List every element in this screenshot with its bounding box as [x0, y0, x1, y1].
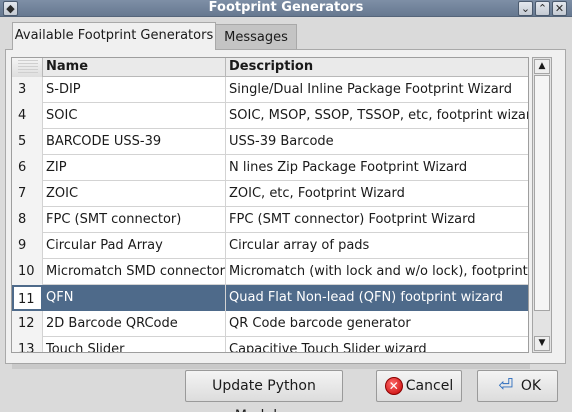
row-description-cell[interactable]: SOIC, MSOP, SSOP, TSSOP, etc, footprint … [226, 103, 528, 129]
row-number[interactable]: 6 [12, 155, 43, 181]
triangle-down-icon: ▼ [538, 338, 546, 348]
table-row[interactable]: 12 2D Barcode QRCode QR Code barcode gener… [12, 311, 528, 337]
row-number[interactable]: 4 [12, 103, 43, 129]
row-description-cell[interactable]: USS-39 Barcode [226, 129, 528, 155]
row-number[interactable]: 12 [12, 311, 43, 337]
row-name-cell[interactable]: QFN [43, 285, 226, 311]
row-name-cell[interactable]: S-DIP [43, 77, 226, 103]
row-description-cell[interactable]: Quad Flat Non-lead (QFN) footprint wizar… [226, 285, 528, 311]
table-row[interactable]: 8 FPC (SMT connector) FPC (SMT connector) … [12, 207, 528, 233]
maximize-button[interactable]: ⌃ [535, 1, 550, 16]
row-name-cell[interactable]: FPC (SMT connector) [43, 207, 226, 233]
dialog-body: Available Footprint Generators Messages … [0, 17, 572, 412]
table-row[interactable]: 7 ZOIC ZOIC, etc, Footprint Wizard [12, 181, 528, 207]
row-description-cell[interactable]: Micromatch (with lock and w/o lock), foo… [226, 259, 528, 285]
table-row[interactable]: 6 ZIP N lines Zip Package Footprint Wizard [12, 155, 528, 181]
ok-button-label: OK [520, 378, 542, 394]
generators-table[interactable]: Name Description 3 S-DIP Single/Dual Inlin… [11, 57, 529, 353]
table-header: Name Description [12, 58, 528, 77]
row-name-cell[interactable]: 2D Barcode QRCode [43, 311, 226, 337]
triangle-up-icon: ▲ [538, 61, 546, 71]
scroll-up-button[interactable]: ▲ [534, 59, 550, 74]
table-row[interactable]: 3 S-DIP Single/Dual Inline Package Footpri… [12, 77, 528, 103]
row-description-cell[interactable]: Single/Dual Inline Package Footprint Wiz… [226, 77, 528, 103]
chevron-up-icon: ⌃ [537, 2, 548, 15]
title-bar[interactable]: ◆ Footprint Generators ⌄ ⌃ ✕ [0, 0, 572, 17]
minimize-button[interactable]: ⌄ [518, 1, 533, 16]
table-row[interactable]: 9 Circular Pad Array Circular array of pad… [12, 233, 528, 259]
row-description-cell[interactable]: Circular array of pads [226, 233, 528, 259]
table-row[interactable]: 13 Touch Slider Capacitive Touch Slider wi… [12, 337, 528, 352]
row-number[interactable]: 10 [12, 259, 43, 285]
row-number[interactable]: 3 [12, 77, 43, 103]
row-name-cell[interactable]: Circular Pad Array [43, 233, 226, 259]
column-header-description[interactable]: Description [226, 58, 528, 77]
tab-available-footprint-generators[interactable]: Available Footprint Generators [12, 22, 216, 50]
close-button[interactable]: ✕ [552, 1, 567, 16]
table-corner[interactable] [12, 58, 43, 77]
cancel-button-label: Cancel [405, 378, 454, 394]
row-name-cell[interactable]: SOIC [43, 103, 226, 129]
row-number[interactable]: 7 [12, 181, 43, 207]
row-number[interactable]: 5 [12, 129, 43, 155]
row-name-cell[interactable]: ZIP [43, 155, 226, 181]
row-description-cell[interactable]: QR Code barcode generator [226, 311, 528, 337]
column-header-name[interactable]: Name [43, 58, 226, 77]
row-name-cell[interactable]: BARCODE USS-39 [43, 129, 226, 155]
row-name-cell[interactable]: Micromatch SMD connectors [43, 259, 226, 285]
row-name-cell[interactable]: ZOIC [43, 181, 226, 207]
row-description-cell[interactable]: FPC (SMT connector) Footprint Wizard [226, 207, 528, 233]
close-icon: ✕ [554, 2, 565, 15]
update-python-modules-button[interactable]: Update Python Modules [185, 370, 343, 412]
table-row[interactable]: 10 Micromatch SMD connectors Micromatch (w… [12, 259, 528, 285]
row-number[interactable]: 9 [12, 233, 43, 259]
table-row[interactable]: 5 BARCODE USS-39 USS-39 Barcode [12, 129, 528, 155]
cancel-icon: ✕ [384, 377, 403, 395]
row-name-cell[interactable]: Touch Slider [43, 337, 226, 352]
row-number[interactable]: 11 [12, 285, 43, 311]
row-description-cell[interactable]: ZOIC, etc, Footprint Wizard [226, 181, 528, 207]
ok-button[interactable]: ⏎ OK [477, 370, 558, 402]
vertical-scrollbar[interactable]: ▲ ▼ [532, 57, 552, 353]
row-description-cell[interactable]: N lines Zip Package Footprint Wizard [226, 155, 528, 181]
scroll-thumb[interactable] [534, 75, 550, 311]
horizontal-scrollbar[interactable] [12, 363, 530, 369]
row-number[interactable]: 8 [12, 207, 43, 233]
window-title: Footprint Generators [208, 0, 364, 15]
scroll-down-button[interactable]: ▼ [534, 336, 550, 351]
table-row[interactable]: 11 QFN Quad Flat Non-lead (QFN) footprint … [12, 285, 528, 311]
row-description-cell[interactable]: Capacitive Touch Slider wizard [226, 337, 528, 352]
row-number[interactable]: 13 [12, 337, 43, 352]
tab-messages[interactable]: Messages [216, 24, 297, 50]
chevron-down-icon: ⌄ [520, 2, 531, 15]
cancel-button[interactable]: ✕ Cancel [376, 370, 462, 402]
enter-arrow-icon: ⏎ [498, 375, 514, 396]
table-row[interactable]: 4 SOIC SOIC, MSOP, SSOP, TSSOP, etc, footp… [12, 103, 528, 129]
